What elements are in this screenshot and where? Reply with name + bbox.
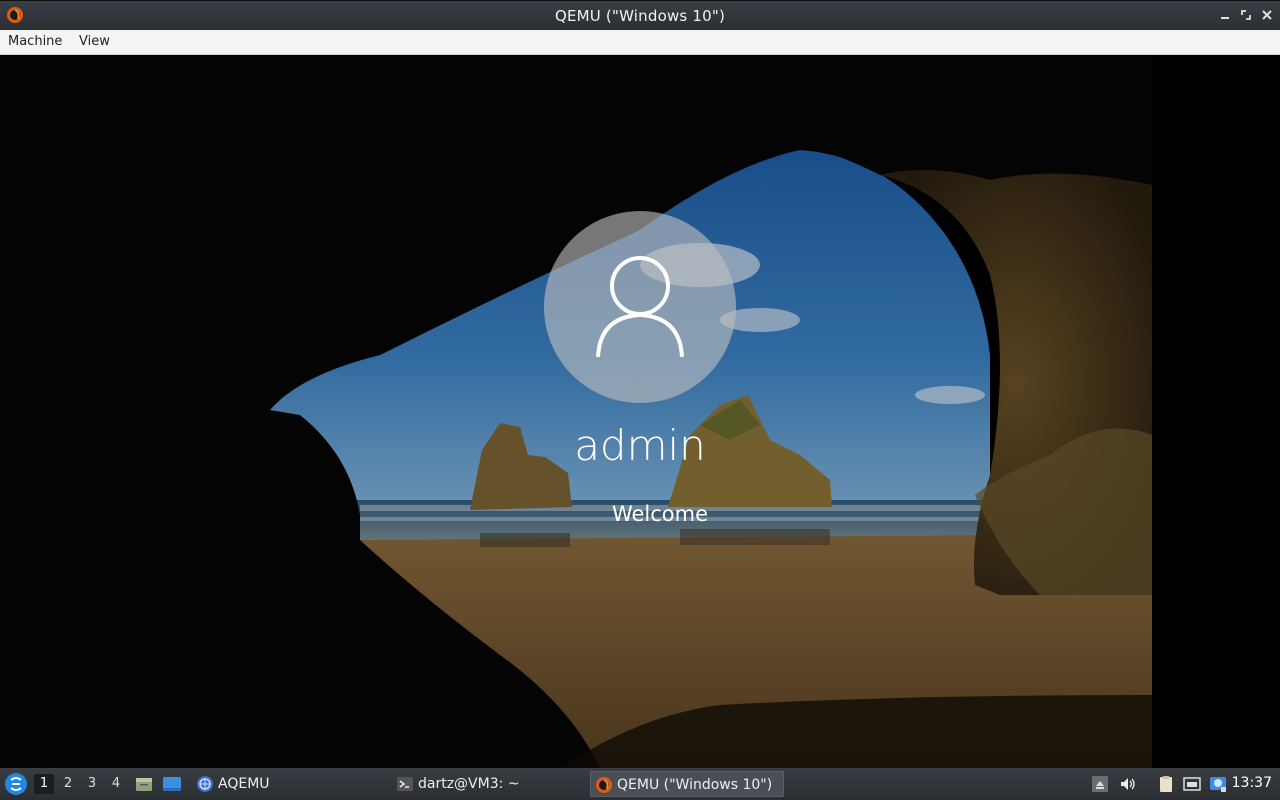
window-titlebar[interactable]: QEMU ("Windows 10")	[0, 0, 1280, 30]
updates-icon[interactable]	[1209, 775, 1227, 793]
task-terminal[interactable]: dartz@VM3: ~	[392, 771, 582, 797]
menubar: Machine View	[0, 30, 1280, 55]
workspace-3[interactable]: 3	[82, 774, 102, 794]
lockscreen-wallpaper	[0, 55, 1280, 768]
close-icon[interactable]	[1259, 7, 1275, 23]
workspace-2[interactable]: 2	[58, 774, 78, 794]
network-icon[interactable]	[1183, 775, 1201, 793]
task-label: AQEMU	[218, 776, 270, 792]
clipboard-icon[interactable]	[1157, 775, 1175, 793]
start-menu-icon[interactable]	[4, 772, 28, 796]
tray-expand-icon[interactable]	[1091, 775, 1109, 793]
task-qemu[interactable]: QEMU ("Windows 10")	[590, 771, 784, 797]
login-status: Welcome	[611, 502, 709, 526]
task-label: QEMU ("Windows 10")	[617, 777, 773, 793]
terminal-icon	[397, 777, 413, 791]
volume-icon[interactable]	[1119, 775, 1137, 793]
user-avatar[interactable]	[544, 211, 736, 403]
aqemu-icon	[197, 776, 213, 792]
task-aqemu[interactable]: AQEMU	[192, 771, 372, 797]
qemu-icon	[596, 777, 612, 793]
file-manager-icon[interactable]	[134, 774, 154, 794]
taskbar-clock[interactable]: 13:37	[1232, 775, 1272, 791]
show-desktop-icon[interactable]	[162, 774, 182, 794]
window-title: QEMU ("Windows 10")	[554, 7, 726, 25]
task-label: dartz@VM3: ~	[418, 776, 520, 792]
workspace-1[interactable]: 1	[34, 774, 54, 794]
user-icon	[596, 256, 684, 358]
workspace-4[interactable]: 4	[106, 774, 126, 794]
taskbar: 1 2 3 4 AQEMU dartz@VM3: ~ QEMU ("Window…	[0, 768, 1280, 800]
login-username: admin	[574, 421, 706, 470]
minimize-icon[interactable]	[1217, 7, 1233, 23]
menu-machine[interactable]: Machine	[8, 34, 62, 49]
menu-view[interactable]: View	[79, 34, 110, 49]
vm-display[interactable]: admin Welcome	[0, 55, 1280, 768]
maximize-icon[interactable]	[1238, 7, 1254, 23]
